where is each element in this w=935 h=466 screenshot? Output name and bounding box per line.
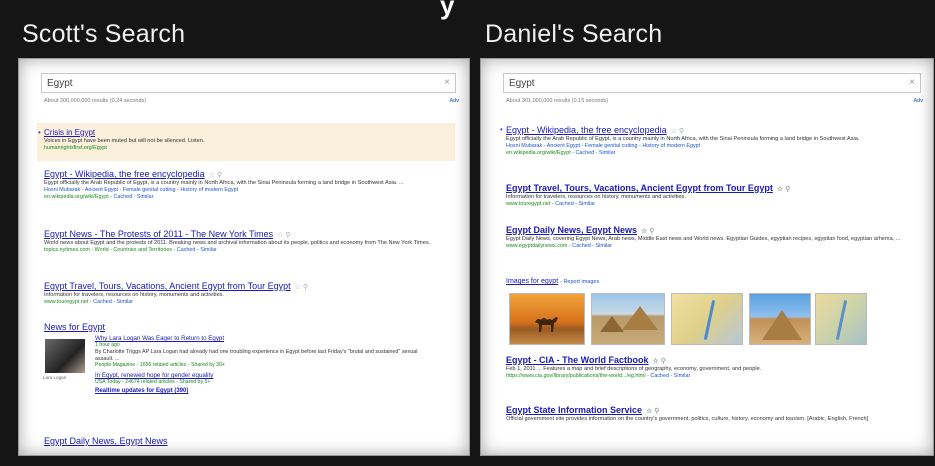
report-images-link[interactable]: - Report images xyxy=(560,279,599,285)
bullet-icon: • xyxy=(38,128,41,137)
advanced-search-link[interactable]: Adv xyxy=(450,98,459,104)
sponsored-result[interactable]: • Crisis in Egypt Voices in Egypt have b… xyxy=(37,123,455,161)
search-input[interactable]: Egypt × xyxy=(41,73,456,93)
pyramid-icon xyxy=(600,316,624,332)
news-item-source: USA Today - 24674 related articles - Sha… xyxy=(95,379,211,386)
search-input[interactable]: Egypt × xyxy=(503,73,921,93)
pyramid-icon xyxy=(622,306,658,330)
result-title[interactable]: Egypt Travel, Tours, Vacations, Ancient … xyxy=(506,183,906,193)
result-url: topics.nytimes.com - World - Countries a… xyxy=(44,247,217,253)
news-item-text: By Charlotte Triggs AP Lara Logan had al… xyxy=(95,348,418,362)
result-snippet: Information for travelers, resources on … xyxy=(506,194,686,200)
cropped-heading-fragment: y xyxy=(440,0,455,20)
star-magnifier-icon[interactable]: ☆ ⚲ xyxy=(653,357,666,365)
result-url: https://www.cia.gov/library/publications… xyxy=(506,373,691,379)
realtime-updates-link[interactable]: Realtime updates for Egypt (390) xyxy=(95,388,435,394)
star-magnifier-icon[interactable]: ☆ ⚲ xyxy=(671,127,684,135)
result-url: www.touregypt.net - Cached - Similar xyxy=(506,201,595,207)
result-url: www.egyptdailynews.com - Cached - Simila… xyxy=(506,243,613,249)
star-magnifier-icon[interactable]: ☆ ⚲ xyxy=(295,283,308,291)
news-item-source: People Magazine - 1656 related articles … xyxy=(95,362,225,369)
news-item-title[interactable]: In Egypt, renewed hope for gender equali… xyxy=(95,372,435,379)
result-snippet: Egypt officially the Arab Republic of Eg… xyxy=(44,180,404,186)
camel-icon xyxy=(535,317,558,332)
sphinx-pyramids-image[interactable] xyxy=(591,293,665,345)
advanced-search-link[interactable]: Adv xyxy=(914,98,923,104)
pyramid-icon xyxy=(762,310,802,340)
close-icon[interactable]: × xyxy=(444,77,450,88)
images-heading: Images for egypt - Report images xyxy=(506,278,599,285)
result-title[interactable]: Egypt - Wikipedia, the free encyclopedia… xyxy=(44,169,444,179)
river-icon xyxy=(703,300,716,340)
star-magnifier-icon[interactable]: ☆ ⚲ xyxy=(209,171,222,179)
result-snippet: Egypt Daily News, covering Egypt News, A… xyxy=(506,236,901,242)
egypt-map-image[interactable] xyxy=(671,293,743,345)
river-icon xyxy=(835,300,848,340)
result-title[interactable]: Egypt Daily News, Egypt News ☆ ⚲ xyxy=(506,225,906,235)
ad-text: Voices in Egypt have been muted but will… xyxy=(44,138,205,144)
result-title[interactable]: Egypt State Information Service ☆ ⚲ xyxy=(506,405,906,415)
news-thumbnail-caption: Lara Logan xyxy=(43,375,67,380)
ad-title[interactable]: Crisis in Egypt xyxy=(44,128,444,137)
result-sitelinks[interactable]: Hosni Mubarak - Ancient Egypt - Female g… xyxy=(506,143,906,150)
result-sitelinks[interactable]: Hosni Mubarak - Ancient Egypt - Female g… xyxy=(44,187,444,194)
camel-desert-image[interactable] xyxy=(509,293,585,345)
result-snippet: Official government site provides inform… xyxy=(506,416,869,422)
star-magnifier-icon[interactable]: ☆ ⚲ xyxy=(777,185,790,193)
slide: y Scott's Search Daniel's Search Egypt ×… xyxy=(0,0,935,466)
vignette xyxy=(19,59,469,455)
search-result: Egypt Travel, Tours, Vacations, Ancient … xyxy=(506,183,906,208)
right-search-screenshot: Egypt × About 301,000,000 results (0.15 … xyxy=(480,58,934,456)
images-link[interactable]: Images for egypt xyxy=(506,278,558,285)
ad-url: humanrightsfirst.org/Egypt xyxy=(44,145,107,151)
ad-content: • Crisis in Egypt Voices in Egypt have b… xyxy=(38,128,444,152)
star-magnifier-icon[interactable]: ☆ ⚲ xyxy=(641,227,654,235)
result-snippet: Feb 1, 2011 ... Features a map and brief… xyxy=(506,366,762,372)
news-item-title[interactable]: Why Lara Logan Was Eager to Return to Eg… xyxy=(95,335,435,342)
result-title[interactable]: Egypt - Wikipedia, the free encyclopedia… xyxy=(506,125,906,135)
news-items: Why Lara Logan Was Eager to Return to Eg… xyxy=(95,335,435,394)
news-thumbnail[interactable] xyxy=(45,339,85,373)
left-search-screenshot: Egypt × About 300,000,000 results (0.24 … xyxy=(18,58,470,456)
result-snippet: Information for travelers, resources on … xyxy=(44,292,224,298)
result-url: www.touregypt.net - Cached - Similar xyxy=(44,299,133,305)
result-stats: About 300,000,000 results (0.24 seconds) xyxy=(44,98,147,104)
vignette xyxy=(481,59,933,455)
left-panel-title: Scott's Search xyxy=(22,20,186,48)
result-snippet: World news about Egypt and the protests … xyxy=(44,240,431,246)
search-query[interactable]: Egypt xyxy=(47,78,73,89)
right-panel-title: Daniel's Search xyxy=(485,20,663,48)
search-query[interactable]: Egypt xyxy=(509,78,535,89)
result-title[interactable]: Egypt News - The Protests of 2011 - The … xyxy=(44,229,444,239)
result-url: en.wikipedia.org/wiki/Egypt - Cached - S… xyxy=(506,150,616,156)
search-result: • Egypt - Wikipedia, the free encycloped… xyxy=(500,125,906,157)
star-magnifier-icon[interactable]: ☆ ⚲ xyxy=(277,231,290,239)
search-result: Egypt - Wikipedia, the free encyclopedia… xyxy=(44,169,444,201)
star-magnifier-icon[interactable]: ☆ ⚲ xyxy=(646,407,659,415)
search-result: Egypt Daily News, Egypt News xyxy=(44,436,444,446)
result-title[interactable]: Egypt - CIA - The World Factbook ☆ ⚲ xyxy=(506,355,906,365)
search-result: Egypt News - The Protests of 2011 - The … xyxy=(44,229,444,254)
search-result: Egypt Daily News, Egypt News ☆ ⚲ Egypt Da… xyxy=(506,225,906,250)
bullet-icon: • xyxy=(500,125,503,134)
result-url: en.wikipedia.org/wiki/Egypt - Cached - S… xyxy=(44,194,154,200)
search-result: Egypt State Information Service ☆ ⚲ Offic… xyxy=(506,405,906,423)
pyramid-image[interactable] xyxy=(749,293,811,345)
result-stats: About 301,000,000 results (0.15 seconds) xyxy=(506,98,609,104)
close-icon[interactable]: × xyxy=(909,77,915,88)
news-heading[interactable]: News for Egypt xyxy=(44,322,105,332)
news-item-time: 1 hour ago xyxy=(95,342,120,348)
egypt-map-image[interactable] xyxy=(815,293,867,345)
result-title[interactable]: Egypt Daily News, Egypt News xyxy=(44,436,444,446)
search-result: Egypt - CIA - The World Factbook ☆ ⚲ Feb … xyxy=(506,355,906,380)
result-snippet: Egypt officially the Arab Republic of Eg… xyxy=(506,136,860,142)
search-result: Egypt Travel, Tours, Vacations, Ancient … xyxy=(44,281,444,306)
result-title[interactable]: Egypt Travel, Tours, Vacations, Ancient … xyxy=(44,281,444,291)
